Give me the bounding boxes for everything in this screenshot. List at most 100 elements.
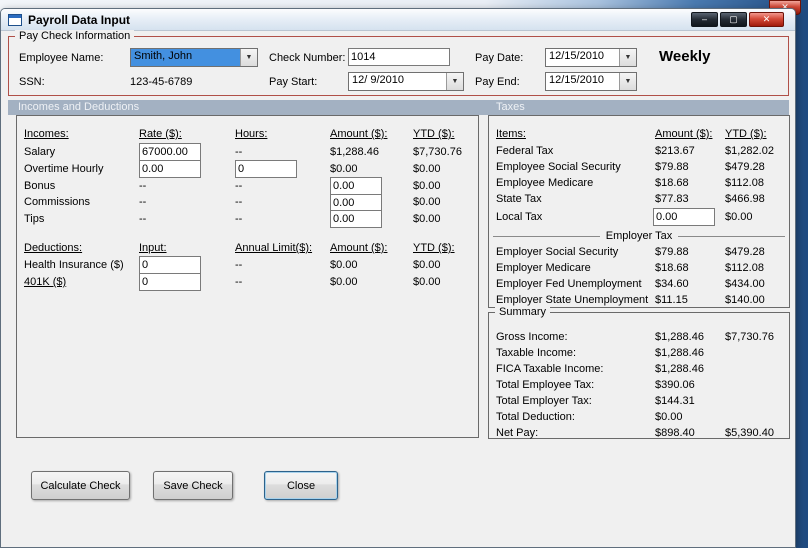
- employer-fed-unemployment-ytd: $434.00: [725, 278, 765, 290]
- title-bar[interactable]: Payroll Data Input – ▢ ✕: [1, 9, 795, 31]
- chevron-down-icon[interactable]: ▼: [446, 73, 463, 90]
- employer-state-unemployment-amount: $11.15: [655, 294, 688, 306]
- bonus-hours: --: [235, 180, 243, 192]
- salary-label: Salary: [24, 146, 56, 158]
- incomes-deductions-panel: Incomes: Rate ($): Hours: Amount ($): YT…: [16, 115, 479, 438]
- calculate-check-button[interactable]: Calculate Check: [31, 471, 130, 500]
- ssn-label: SSN:: [19, 76, 45, 88]
- maximize-icon[interactable]: ▢: [720, 12, 747, 27]
- annual-limit-col-header: Annual Limit($):: [235, 242, 313, 254]
- overtime-rate-input[interactable]: [139, 160, 201, 178]
- employer-medicare-ytd: $112.08: [725, 262, 764, 274]
- section-band: Incomes and Deductions Taxes: [8, 100, 789, 115]
- employee-name-select[interactable]: Smith, John ▼: [130, 48, 258, 67]
- tips-ytd: $0.00: [413, 213, 441, 225]
- overtime-amount: $0.00: [330, 163, 358, 175]
- federal-tax-amount: $213.67: [655, 145, 695, 157]
- salary-ytd: $7,730.76: [413, 146, 462, 158]
- pay-date-value: 12/15/2010: [549, 50, 605, 62]
- close-icon[interactable]: ✕: [749, 12, 784, 27]
- net-pay-ytd: $5,390.40: [725, 427, 774, 439]
- overtime-hours-input[interactable]: [235, 160, 297, 178]
- total-deduction-value: $0.00: [655, 411, 683, 423]
- save-check-button[interactable]: Save Check: [153, 471, 233, 500]
- bonus-amount-input[interactable]: [330, 177, 382, 195]
- taxable-income-label: Taxable Income:: [496, 347, 577, 359]
- employee-ss-label: Employee Social Security: [496, 161, 621, 173]
- ded-amount-col-header: Amount ($):: [330, 242, 388, 254]
- pay-date-label: Pay Date:: [475, 52, 524, 64]
- commissions-label: Commissions: [24, 196, 91, 208]
- health-insurance-amount: $0.00: [330, 259, 358, 271]
- state-tax-label: State Tax: [496, 193, 542, 205]
- health-insurance-ytd: $0.00: [413, 259, 441, 271]
- local-tax-input[interactable]: [653, 208, 715, 226]
- federal-tax-ytd: $1,282.02: [725, 145, 774, 157]
- rate-col-header: Rate ($):: [139, 128, 182, 140]
- pay-start-value: 12/ 9/2010: [352, 74, 404, 86]
- total-employee-tax-value: $390.06: [655, 379, 695, 391]
- bonus-rate: --: [139, 180, 147, 192]
- close-button[interactable]: Close: [264, 471, 338, 500]
- ytd-col-header: YTD ($):: [413, 128, 455, 140]
- fica-taxable-income-value: $1,288.46: [655, 363, 704, 375]
- local-tax-label: Local Tax: [496, 211, 543, 223]
- employer-ss-label: Employer Social Security: [496, 246, 619, 258]
- input-col-header: Input:: [139, 242, 167, 254]
- bonus-ytd: $0.00: [413, 180, 441, 192]
- net-pay-label: Net Pay:: [496, 427, 539, 439]
- check-number-label: Check Number:: [269, 52, 346, 64]
- k401-limit: --: [235, 276, 243, 288]
- overtime-ytd: $0.00: [413, 163, 441, 175]
- tips-hours: --: [235, 213, 243, 225]
- k401-label: 401K ($): [24, 276, 67, 288]
- net-pay-value: $898.40: [655, 427, 695, 439]
- total-deduction-label: Total Deduction:: [496, 411, 575, 423]
- deductions-col-header: Deductions:: [24, 242, 83, 254]
- taxable-income-value: $1,288.46: [655, 347, 704, 359]
- employer-fed-unemployment-label: Employer Fed Unemployment: [496, 278, 642, 290]
- employee-medicare-amount: $18.68: [655, 177, 689, 189]
- employer-fed-unemployment-amount: $34.60: [655, 278, 689, 290]
- health-insurance-label: Health Insurance ($): [24, 259, 124, 271]
- pay-date-picker[interactable]: 12/15/2010 ▼: [545, 48, 637, 67]
- health-insurance-limit: --: [235, 259, 243, 271]
- check-number-input[interactable]: [348, 48, 450, 66]
- federal-tax-label: Federal Tax: [496, 145, 554, 157]
- pay-end-value: 12/15/2010: [549, 74, 605, 86]
- employer-medicare-amount: $18.68: [655, 262, 689, 274]
- state-tax-amount: $77.83: [655, 193, 689, 205]
- taxes-section-header: Taxes: [496, 101, 525, 113]
- tips-amount-input[interactable]: [330, 210, 382, 228]
- chevron-down-icon[interactable]: ▼: [619, 73, 636, 90]
- pay-start-label: Pay Start:: [269, 76, 318, 88]
- employee-name-value: Smith, John: [131, 49, 240, 66]
- minimize-icon[interactable]: –: [691, 12, 718, 27]
- ded-ytd-col-header: YTD ($):: [413, 242, 455, 254]
- state-tax-ytd: $466.98: [725, 193, 765, 205]
- tax-ytd-header: YTD ($):: [725, 128, 767, 140]
- hours-col-header: Hours:: [235, 128, 268, 140]
- employer-ss-ytd: $479.28: [725, 246, 765, 258]
- salary-hours: --: [235, 146, 243, 158]
- payroll-dialog: Payroll Data Input – ▢ ✕ Pay Check Infor…: [0, 8, 796, 548]
- tax-items-header: Items:: [496, 128, 526, 140]
- window-title: Payroll Data Input: [28, 12, 131, 27]
- salary-amount: $1,288.46: [330, 146, 379, 158]
- summary-legend: Summary: [495, 306, 551, 318]
- k401-input[interactable]: [139, 273, 201, 291]
- commissions-hours: --: [235, 196, 243, 208]
- pay-end-picker[interactable]: 12/15/2010 ▼: [545, 72, 637, 91]
- employee-ss-ytd: $479.28: [725, 161, 765, 173]
- salary-rate-input[interactable]: [139, 143, 201, 161]
- employee-ss-amount: $79.88: [655, 161, 689, 173]
- employer-tax-separator: Employer Tax: [493, 229, 785, 243]
- health-insurance-input[interactable]: [139, 256, 201, 274]
- tips-rate: --: [139, 213, 147, 225]
- chevron-down-icon[interactable]: ▼: [240, 49, 257, 66]
- incomes-col-header: Incomes:: [24, 128, 69, 140]
- local-tax-ytd: $0.00: [725, 211, 753, 223]
- chevron-down-icon[interactable]: ▼: [619, 49, 636, 66]
- total-employer-tax-value: $144.31: [655, 395, 695, 407]
- pay-start-picker[interactable]: 12/ 9/2010 ▼: [348, 72, 464, 91]
